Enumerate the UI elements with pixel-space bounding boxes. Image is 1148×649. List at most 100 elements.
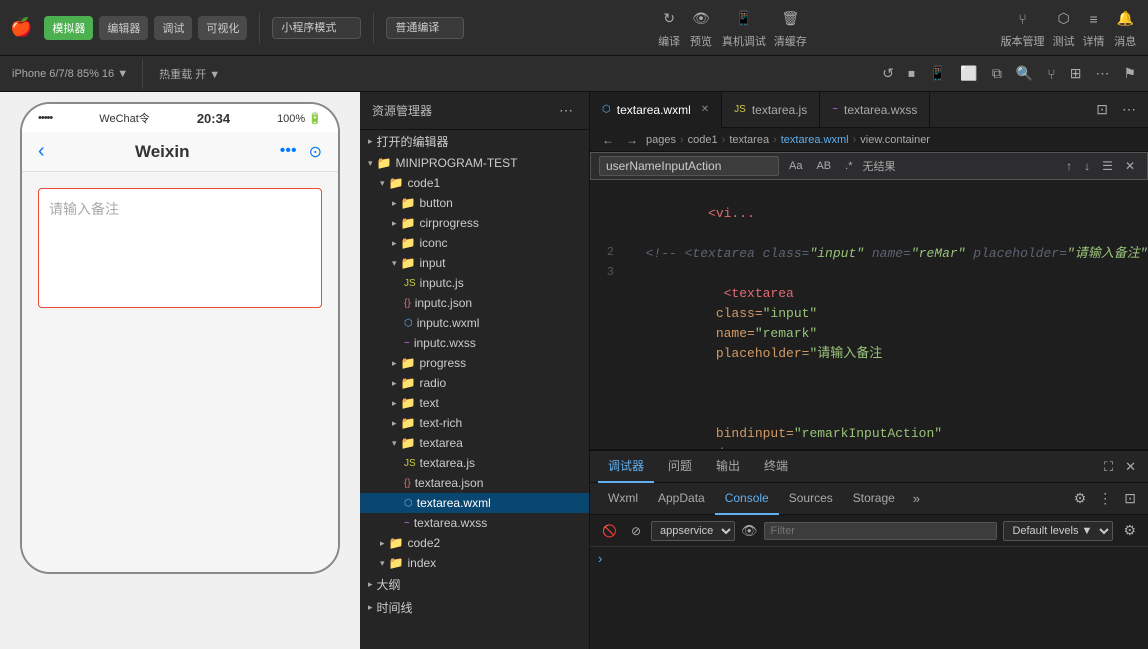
real-debug-icon[interactable]: 📱 <box>731 6 756 31</box>
toolbar-more-icon[interactable]: ⋯ <box>1091 63 1113 84</box>
folder-iconc[interactable]: 📁 iconc <box>360 233 589 253</box>
toolbar-version[interactable]: ⑂ 版本管理 <box>1001 7 1045 49</box>
devtools-panel-more-btn[interactable]: » <box>909 489 924 508</box>
search-close-btn[interactable]: ✕ <box>1121 157 1139 175</box>
folder-code2[interactable]: 📁 code2 <box>360 533 589 553</box>
folder-text[interactable]: 📁 text <box>360 393 589 413</box>
toolbar-test[interactable]: ⬡ 测试 <box>1053 6 1075 49</box>
visual-btn[interactable]: 可视化 <box>198 16 247 40</box>
console-filter-btn[interactable]: ⊘ <box>627 522 645 540</box>
phone-more-icon[interactable]: ••• <box>280 142 297 162</box>
console-settings-btn[interactable]: ⚙ <box>1119 520 1140 541</box>
breadcrumb-file[interactable]: textarea.wxml <box>781 134 849 146</box>
console-eye-btn[interactable]: 👁 <box>741 523 758 539</box>
toolbar-stop-icon[interactable]: ⏹ <box>904 63 919 84</box>
explorer-more-btn[interactable]: ⋯ <box>555 100 577 121</box>
file-textarea-json[interactable]: {} textarea.json <box>360 473 589 493</box>
devtools-panel-tab-appdata[interactable]: AppData <box>648 483 715 515</box>
mode-select[interactable]: 小程序模式 <box>272 17 361 39</box>
file-textarea-wxss[interactable]: ~ textarea.wxss <box>360 513 589 533</box>
console-filter-input[interactable] <box>764 522 998 540</box>
test-icon[interactable]: ⬡ <box>1053 6 1073 31</box>
editor-split-btn[interactable]: ⊡ <box>1092 99 1112 120</box>
breadcrumb-forward-btn[interactable]: → <box>622 131 642 149</box>
devtools-screenshot-btn[interactable]: ⊡ <box>1120 488 1140 509</box>
folder-text-rich[interactable]: 📁 text-rich <box>360 413 589 433</box>
console-clear-btn[interactable]: 🚫 <box>598 522 621 540</box>
phone-textarea[interactable]: 请输入备注 <box>38 188 322 308</box>
devtools-close-btn[interactable]: ✕ <box>1121 457 1140 477</box>
folder-code1[interactable]: 📁 code1 <box>360 173 589 193</box>
file-inputc-wxss[interactable]: ~ inputc.wxss <box>360 333 589 353</box>
toolbar-preview[interactable]: 👁 预览 <box>688 6 714 49</box>
devtools-settings-btn[interactable]: ⚙ <box>1070 488 1091 509</box>
toolbar-refresh-icon[interactable]: ↺ <box>878 63 898 84</box>
debug-btn[interactable]: 调试 <box>154 16 192 40</box>
timeline-header[interactable]: 时间线 <box>360 596 589 619</box>
preview-icon[interactable]: 👁 <box>688 6 714 31</box>
toolbar-compile[interactable]: ↻ 编译 <box>658 6 680 49</box>
devtools-panel-tab-sources[interactable]: Sources <box>779 483 843 515</box>
folder-button[interactable]: 📁 button <box>360 193 589 213</box>
breadcrumb-pages[interactable]: pages <box>646 134 676 146</box>
breadcrumb-back-btn[interactable]: ← <box>598 131 618 149</box>
search-whole-word-btn[interactable]: AB <box>812 158 835 174</box>
refresh-icon[interactable]: ↻ <box>659 6 679 31</box>
folder-textarea[interactable]: 📁 textarea <box>360 433 589 453</box>
editor-btn[interactable]: 编辑器 <box>99 16 148 40</box>
toolbar-phone-icon[interactable]: 📱 <box>925 63 950 84</box>
toolbar-cache[interactable]: 🗑 清缓存 <box>774 6 807 49</box>
devtools-expand-btn[interactable]: ⛶ <box>1100 457 1117 477</box>
cache-icon[interactable]: 🗑 <box>777 6 803 31</box>
toolbar-editor[interactable]: 编辑器 <box>99 16 148 40</box>
breadcrumb-view[interactable]: view.container <box>860 134 930 146</box>
search-regex-btn[interactable]: .* <box>841 158 856 174</box>
toolbar-simulator[interactable]: 模拟器 <box>44 16 93 40</box>
file-inputc-json[interactable]: {} inputc.json <box>360 293 589 313</box>
devtools-tab-terminal[interactable]: 终端 <box>754 451 798 483</box>
simulator-btn[interactable]: 模拟器 <box>44 16 93 40</box>
toolbar-detail[interactable]: ≡ 详情 <box>1083 7 1105 49</box>
detail-icon[interactable]: ≡ <box>1085 7 1101 31</box>
outline-header[interactable]: 大纲 <box>360 573 589 596</box>
tab-textarea-wxss[interactable]: ~ textarea.wxss <box>820 92 930 128</box>
search-menu-btn[interactable]: ☰ <box>1098 157 1117 175</box>
devtools-tab-output[interactable]: 输出 <box>706 451 750 483</box>
devtools-panel-tab-wxml[interactable]: Wxml <box>598 483 648 515</box>
bell-icon[interactable]: 🔔 <box>1113 6 1138 31</box>
file-textarea-js[interactable]: JS textarea.js <box>360 453 589 473</box>
folder-progress[interactable]: 📁 progress <box>360 353 589 373</box>
toolbar-visual[interactable]: 可视化 <box>198 16 247 40</box>
devtools-tab-debugger[interactable]: 调试器 <box>598 451 654 483</box>
toolbar-crop-icon[interactable]: ⬜ <box>956 63 981 84</box>
file-inputc-wxml[interactable]: ⬡ inputc.wxml <box>360 313 589 333</box>
devtools-panel-tab-storage[interactable]: Storage <box>843 483 905 515</box>
phone-record-icon[interactable]: ⊙ <box>309 142 322 162</box>
devtools-tab-issues[interactable]: 问题 <box>658 451 702 483</box>
folder-cirprogress[interactable]: 📁 cirprogress <box>360 213 589 233</box>
compile-select[interactable]: 普通编译 <box>386 17 464 39</box>
open-editors-header[interactable]: 打开的编辑器 <box>360 130 589 153</box>
devtools-context-btn[interactable]: ⋮ <box>1094 488 1116 509</box>
tab-wxml-close[interactable]: ✕ <box>701 104 709 115</box>
toolbar-debug[interactable]: 调试 <box>154 16 192 40</box>
devtools-panel-tab-console[interactable]: Console <box>715 483 779 515</box>
phone-back-btn[interactable]: ‹ <box>38 140 45 163</box>
search-prev-btn[interactable]: ↑ <box>1062 157 1076 175</box>
toolbar-copy-icon[interactable]: ⧉ <box>988 63 1006 84</box>
tab-textarea-wxml[interactable]: ⬡ textarea.wxml ✕ <box>590 92 722 128</box>
version-icon[interactable]: ⑂ <box>1014 7 1030 31</box>
device-selector[interactable]: iPhone 6/7/8 85% 16 ▼ <box>8 66 132 82</box>
search-input[interactable] <box>599 156 779 176</box>
toolbar-grid-icon[interactable]: ⊞ <box>1066 63 1086 84</box>
breadcrumb-textarea[interactable]: textarea <box>729 134 769 146</box>
service-selector[interactable]: appservice <box>651 521 735 541</box>
folder-input[interactable]: 📁 input <box>360 253 589 273</box>
toolbar-flag-icon[interactable]: ⚑ <box>1119 63 1140 84</box>
code-editor[interactable]: <vi... 2 <!-- <textarea class="input" na… <box>590 180 1148 449</box>
search-next-btn[interactable]: ↓ <box>1080 157 1094 175</box>
toolbar-message[interactable]: 🔔 消息 <box>1113 6 1138 49</box>
toolbar-branch-icon[interactable]: ⑂ <box>1043 64 1059 84</box>
tab-textarea-js[interactable]: JS textarea.js <box>722 92 820 128</box>
editor-more-btn[interactable]: ⋯ <box>1118 99 1140 120</box>
